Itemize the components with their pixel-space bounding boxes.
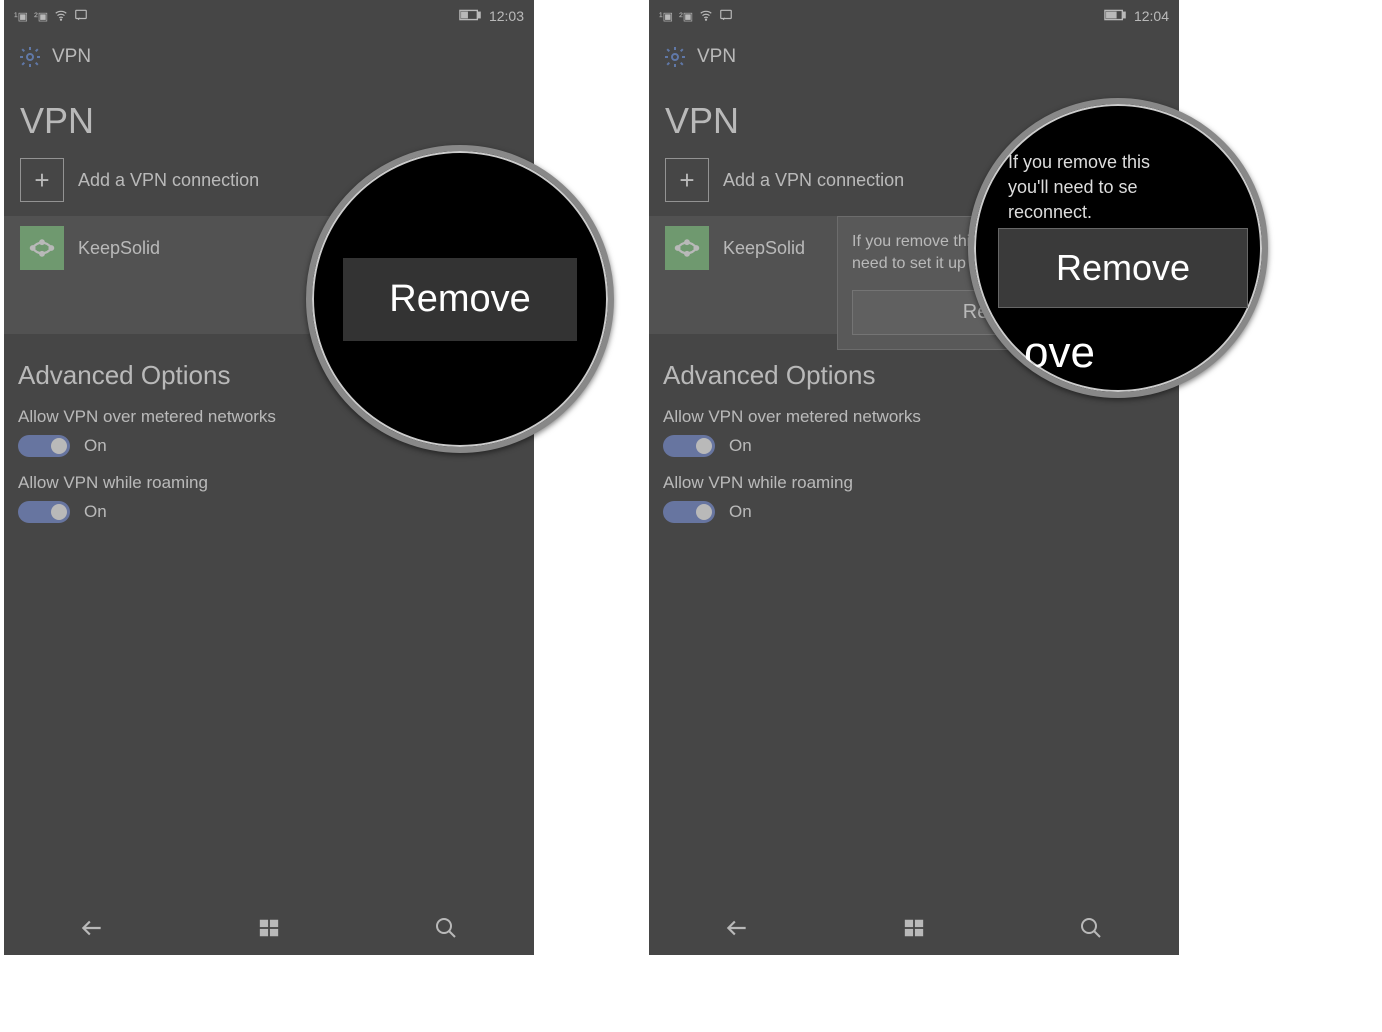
windows-icon[interactable] bbox=[901, 915, 927, 941]
vpn-name: KeepSolid bbox=[78, 238, 160, 259]
keepsolid-logo-icon bbox=[20, 226, 64, 270]
magnifier-right: If you remove thisyou'll need to serecon… bbox=[968, 98, 1268, 398]
phone-screen-left: ¹▣ ²▣ 12:03 VPN VPN + Add a VPN connecti… bbox=[4, 0, 534, 955]
magnified-dialog-remove-button[interactable]: Remove bbox=[998, 228, 1248, 308]
app-header: VPN bbox=[4, 32, 534, 82]
plus-icon: + bbox=[665, 158, 709, 202]
toggle-metered-state: On bbox=[729, 436, 752, 456]
back-icon[interactable] bbox=[79, 915, 105, 941]
status-bar: ¹▣ ²▣ 12:03 bbox=[4, 0, 534, 32]
magnified-cut-text: ove bbox=[1024, 328, 1095, 378]
toggle-metered-state: On bbox=[84, 436, 107, 456]
battery-icon bbox=[459, 9, 481, 24]
sim2-icon: ²▣ bbox=[679, 10, 693, 23]
sim1-icon: ¹▣ bbox=[659, 10, 673, 23]
toggle-metered[interactable] bbox=[18, 435, 70, 457]
clock: 12:03 bbox=[489, 8, 524, 24]
vpn-name: KeepSolid bbox=[723, 238, 805, 259]
toggle-roaming-state: On bbox=[729, 502, 752, 522]
clock: 12:04 bbox=[1134, 8, 1169, 24]
sim1-icon: ¹▣ bbox=[14, 10, 28, 23]
option-roaming-label: Allow VPN while roaming bbox=[663, 473, 1165, 493]
toggle-roaming[interactable] bbox=[18, 501, 70, 523]
status-bar: ¹▣ ²▣ 12:04 bbox=[649, 0, 1179, 32]
sim2-icon: ²▣ bbox=[34, 10, 48, 23]
navigation-bar bbox=[649, 900, 1179, 955]
search-icon[interactable] bbox=[433, 915, 459, 941]
option-metered: Allow VPN over metered networks On bbox=[649, 401, 1179, 467]
app-header: VPN bbox=[649, 32, 1179, 82]
plus-icon: + bbox=[20, 158, 64, 202]
gear-icon bbox=[18, 45, 42, 69]
option-metered-label: Allow VPN over metered networks bbox=[663, 407, 1165, 427]
battery-icon bbox=[1104, 9, 1126, 24]
magnified-dialog-text: If you remove thisyou'll need to serecon… bbox=[1008, 150, 1242, 226]
navigation-bar bbox=[4, 900, 534, 955]
option-roaming-label: Allow VPN while roaming bbox=[18, 473, 520, 493]
add-vpn-label: Add a VPN connection bbox=[723, 170, 904, 191]
magnifier-left: Remove bbox=[306, 145, 614, 453]
toggle-roaming-state: On bbox=[84, 502, 107, 522]
message-icon bbox=[719, 8, 733, 25]
option-roaming: Allow VPN while roaming On bbox=[649, 467, 1179, 533]
option-roaming: Allow VPN while roaming On bbox=[4, 467, 534, 533]
wifi-icon bbox=[699, 8, 713, 25]
back-icon[interactable] bbox=[724, 915, 750, 941]
header-title: VPN bbox=[697, 46, 736, 68]
toggle-roaming[interactable] bbox=[663, 501, 715, 523]
gear-icon bbox=[663, 45, 687, 69]
keepsolid-logo-icon bbox=[665, 226, 709, 270]
wifi-icon bbox=[54, 8, 68, 25]
search-icon[interactable] bbox=[1078, 915, 1104, 941]
add-vpn-label: Add a VPN connection bbox=[78, 170, 259, 191]
toggle-metered[interactable] bbox=[663, 435, 715, 457]
header-title: VPN bbox=[52, 46, 91, 68]
message-icon bbox=[74, 8, 88, 25]
page-title: VPN bbox=[4, 82, 534, 154]
magnified-remove-button[interactable]: Remove bbox=[343, 258, 577, 341]
windows-icon[interactable] bbox=[256, 915, 282, 941]
